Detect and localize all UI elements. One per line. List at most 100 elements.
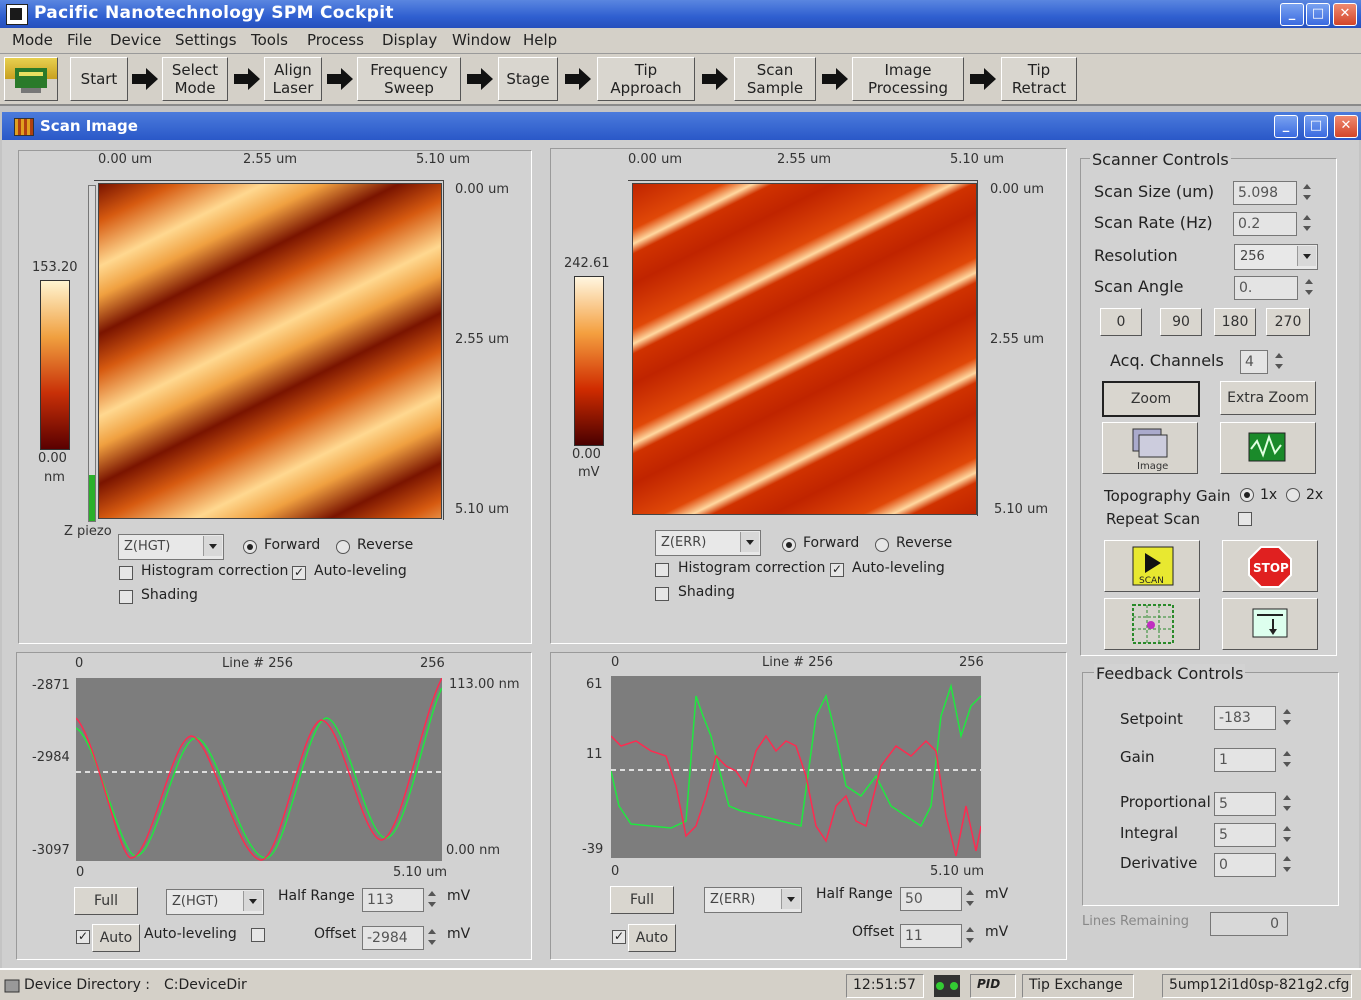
right-half-range-spinner[interactable] <box>963 887 979 909</box>
zoom-button[interactable]: Zoom <box>1102 381 1200 417</box>
mode-icon-button[interactable] <box>4 57 58 101</box>
pid-indicator[interactable]: PID <box>970 974 1016 998</box>
sub-maximize-button[interactable]: □ <box>1304 115 1328 138</box>
gain-2x-radio[interactable] <box>1286 488 1300 502</box>
select-mode-button[interactable]: Select Mode <box>162 57 228 101</box>
image-processing-button[interactable]: Image Processing <box>852 57 964 101</box>
right-auto-checkbox[interactable]: ✓ <box>612 930 626 944</box>
menu-file[interactable]: File <box>67 31 92 49</box>
menu-help[interactable]: Help <box>523 31 557 49</box>
angle-180-button[interactable]: 180 <box>1214 308 1256 336</box>
left-autolevel-checkbox[interactable] <box>251 928 265 942</box>
right-channel-select[interactable]: Z(ERR) <box>655 530 761 556</box>
left-auto-checkbox[interactable]: ✓ <box>76 930 90 944</box>
error-line-plot <box>610 676 982 858</box>
right-auto-button[interactable]: Auto <box>628 924 676 952</box>
menu-display[interactable]: Display <box>382 31 437 49</box>
right-full-button[interactable]: Full <box>610 886 674 914</box>
proportional-input[interactable]: 5 <box>1214 792 1276 816</box>
scan-rate-input[interactable]: 0.2 <box>1233 212 1297 236</box>
left-histogram-checkbox[interactable] <box>119 566 133 580</box>
right-half-range-input[interactable]: 50 <box>900 887 962 911</box>
gain-input[interactable]: 1 <box>1214 748 1276 772</box>
right-shading-checkbox[interactable] <box>655 587 669 601</box>
menu-window[interactable]: Window <box>452 31 511 49</box>
left-full-button[interactable]: Full <box>74 887 138 915</box>
height-topography-image <box>98 183 442 519</box>
lines-remaining-value: 0 <box>1210 912 1288 936</box>
left-auto-button[interactable]: Auto <box>92 924 140 952</box>
gain-spinner[interactable] <box>1280 748 1296 770</box>
tip-retract-button[interactable]: Tip Retract <box>1001 57 1077 101</box>
left-half-range-input[interactable]: 113 <box>362 888 424 912</box>
setpoint-spinner[interactable] <box>1280 706 1296 728</box>
right-offset-spinner[interactable] <box>963 924 979 946</box>
derivative-input[interactable]: 0 <box>1214 853 1276 877</box>
angle-0-button[interactable]: 0 <box>1100 308 1142 336</box>
tip-approach-button[interactable]: Tip Approach <box>597 57 695 101</box>
right-reverse-radio[interactable] <box>875 538 889 552</box>
start-button[interactable]: Start <box>70 57 128 101</box>
left-reverse-radio[interactable] <box>336 540 350 554</box>
left-forward-radio[interactable] <box>243 540 257 554</box>
right-histogram-checkbox[interactable] <box>655 563 669 577</box>
sub-close-button[interactable]: ✕ <box>1334 115 1358 138</box>
setpoint-input[interactable]: -183 <box>1214 706 1276 730</box>
menu-mode[interactable]: Mode <box>12 31 53 49</box>
scan-angle-spinner[interactable] <box>1302 276 1318 298</box>
right-forward-radio[interactable] <box>782 538 796 552</box>
proportional-spinner[interactable] <box>1280 792 1296 814</box>
image-save-button[interactable]: Image <box>1102 422 1198 474</box>
menu-tools[interactable]: Tools <box>251 31 288 49</box>
close-button[interactable]: ✕ <box>1333 3 1357 26</box>
gain-1x-radio[interactable] <box>1240 488 1254 502</box>
oscilloscope-button[interactable] <box>1220 422 1316 474</box>
left-offset-spinner[interactable] <box>425 926 441 948</box>
status-bar: Device Directory : C:DeviceDir 12:51:57 … <box>0 968 1361 1000</box>
integral-spinner[interactable] <box>1280 823 1296 845</box>
acq-channels-spinner[interactable] <box>1272 350 1288 372</box>
z-retract-button[interactable] <box>1222 598 1318 650</box>
scan-image-title-bar[interactable]: Scan Image _ □ ✕ <box>2 112 1361 140</box>
right-line-channel-select[interactable]: Z(ERR) <box>704 887 802 913</box>
menu-settings[interactable]: Settings <box>175 31 237 49</box>
stop-button[interactable]: STOP <box>1222 540 1318 592</box>
left-line-channel-select[interactable]: Z(HGT) <box>166 889 264 915</box>
scan-rate-spinner[interactable] <box>1300 212 1316 234</box>
maximize-button[interactable]: □ <box>1306 3 1330 26</box>
y-tick: 5.10 um <box>994 502 1048 517</box>
left-channel-select[interactable]: Z(HGT) <box>118 534 224 560</box>
scan-sample-button[interactable]: Scan Sample <box>734 57 816 101</box>
left-shading-checkbox[interactable] <box>119 590 133 604</box>
acq-channels-input[interactable]: 4 <box>1240 350 1268 374</box>
menu-device[interactable]: Device <box>110 31 161 49</box>
resolution-select[interactable]: 256 <box>1234 244 1318 270</box>
minimize-button[interactable]: _ <box>1280 3 1304 26</box>
angle-90-button[interactable]: 90 <box>1160 308 1202 336</box>
angle-270-button[interactable]: 270 <box>1266 308 1310 336</box>
line-bottom-start: 0 <box>76 865 85 880</box>
sub-minimize-button[interactable]: _ <box>1274 115 1298 138</box>
extra-zoom-button[interactable]: Extra Zoom <box>1220 381 1316 415</box>
z-piezo-bar <box>88 185 96 522</box>
app-title-bar[interactable]: Pacific Nanotechnology SPM Cockpit _ □ ✕ <box>0 0 1361 28</box>
right-autolevel-checkbox[interactable]: ✓ <box>830 563 844 577</box>
align-laser-button[interactable]: Align Laser <box>264 57 322 101</box>
scan-angle-input[interactable]: 0. <box>1234 276 1298 300</box>
left-autolevel-checkbox[interactable]: ✓ <box>292 566 306 580</box>
left-offset-input[interactable]: -2984 <box>362 926 424 950</box>
integral-input[interactable]: 5 <box>1214 823 1276 847</box>
right-offset-input[interactable]: 11 <box>900 924 962 948</box>
left-half-range-spinner[interactable] <box>425 888 441 910</box>
frequency-sweep-button[interactable]: Frequency Sweep <box>357 57 461 101</box>
derivative-spinner[interactable] <box>1280 853 1296 875</box>
scan-size-spinner[interactable] <box>1300 181 1316 203</box>
grid-button[interactable] <box>1104 598 1200 650</box>
scan-size-input[interactable]: 5.098 <box>1233 181 1297 205</box>
tip-exchange-button[interactable]: Tip Exchange <box>1022 974 1134 998</box>
scan-button[interactable]: SCAN <box>1104 540 1200 592</box>
menu-process[interactable]: Process <box>307 31 364 49</box>
repeat-scan-checkbox[interactable] <box>1238 512 1252 526</box>
stage-button[interactable]: Stage <box>498 57 558 101</box>
proportional-label: Proportional <box>1120 793 1211 811</box>
